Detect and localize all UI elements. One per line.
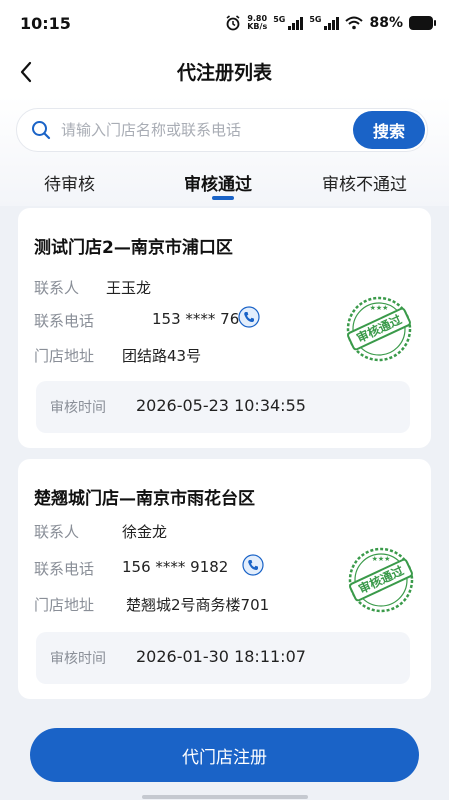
status-bar: 10:15 9.80 KB/s 5G 5G 88%	[0, 0, 449, 46]
review-time-value: 2026-05-23 10:34:55	[136, 396, 306, 415]
store-name: 楚翘城门店—南京市雨花台区	[34, 489, 255, 509]
tab-rejected[interactable]: 审核不通过	[322, 170, 407, 195]
search-icon	[32, 121, 51, 140]
page-title: 代注册列表	[176, 61, 272, 84]
nav-bar: 代注册列表	[0, 46, 449, 96]
status-time: 10:15	[20, 13, 71, 33]
phone-icon[interactable]	[242, 554, 264, 576]
svg-text:★★★: ★★★	[372, 555, 391, 563]
svg-text:★★★: ★★★	[370, 304, 389, 312]
store-card[interactable]: 楚翘城门店—南京市雨花台区 联系人 徐金龙 联系电话 156 **** 9182…	[18, 459, 431, 699]
phone-label: 联系电话	[34, 560, 95, 578]
sim1-network: 5G	[273, 15, 286, 24]
address-label: 门店地址	[34, 596, 95, 614]
phone-label: 联系电话	[34, 312, 95, 330]
phone-icon[interactable]	[238, 306, 260, 328]
sim2-network: 5G	[309, 15, 322, 24]
signal-icon	[288, 16, 304, 30]
status-tabs: 待审核 审核通过 审核不通过	[0, 166, 449, 202]
store-name: 测试门店2—南京市浦口区	[34, 238, 233, 258]
search-bar: 搜索	[16, 108, 428, 152]
wifi-icon	[345, 16, 364, 30]
tab-pending[interactable]: 待审核	[44, 170, 95, 195]
contact-label: 联系人	[34, 279, 80, 297]
home-indicator[interactable]	[142, 795, 308, 799]
tab-approved[interactable]: 审核通过	[184, 170, 252, 195]
review-time-box: 审核时间 2026-01-30 18:11:07	[36, 632, 410, 684]
signal-icon-2	[324, 16, 340, 30]
contact-label: 联系人	[34, 523, 80, 541]
alarm-icon	[226, 15, 240, 31]
contact-value: 王玉龙	[106, 279, 152, 297]
back-button[interactable]	[12, 58, 40, 86]
status-icons: 9.80 KB/s 5G 5G 88%	[225, 14, 436, 31]
approved-stamp-icon: ★★★ 审核通过	[346, 545, 416, 615]
back-arrow-icon	[20, 61, 32, 83]
address-value: 团结路43号	[122, 347, 202, 365]
approved-stamp-icon: ★★★ 审核通过	[344, 294, 414, 364]
phone-value: 156 **** 9182	[122, 558, 229, 576]
header-area: 搜索 待审核 审核通过 审核不通过	[0, 96, 449, 206]
address-label: 门店地址	[34, 347, 95, 365]
battery-percent: 88%	[369, 15, 403, 31]
register-store-button[interactable]: 代门店注册	[30, 728, 419, 782]
review-time-box: 审核时间 2026-05-23 10:34:55	[36, 381, 410, 433]
review-time-value: 2026-01-30 18:11:07	[136, 647, 306, 666]
review-time-label: 审核时间	[50, 651, 106, 667]
battery-icon	[409, 16, 436, 30]
net-speed: 9.80 KB/s	[247, 14, 268, 31]
review-time-label: 审核时间	[50, 400, 106, 416]
store-card[interactable]: 测试门店2—南京市浦口区 联系人 王玉龙 联系电话 153 **** 7619 …	[18, 208, 431, 448]
search-input[interactable]	[61, 121, 341, 139]
active-tab-indicator	[212, 196, 234, 200]
contact-value: 徐金龙	[122, 523, 168, 541]
search-button[interactable]: 搜索	[353, 111, 425, 149]
address-value: 楚翘城2号商务楼701	[126, 596, 270, 614]
